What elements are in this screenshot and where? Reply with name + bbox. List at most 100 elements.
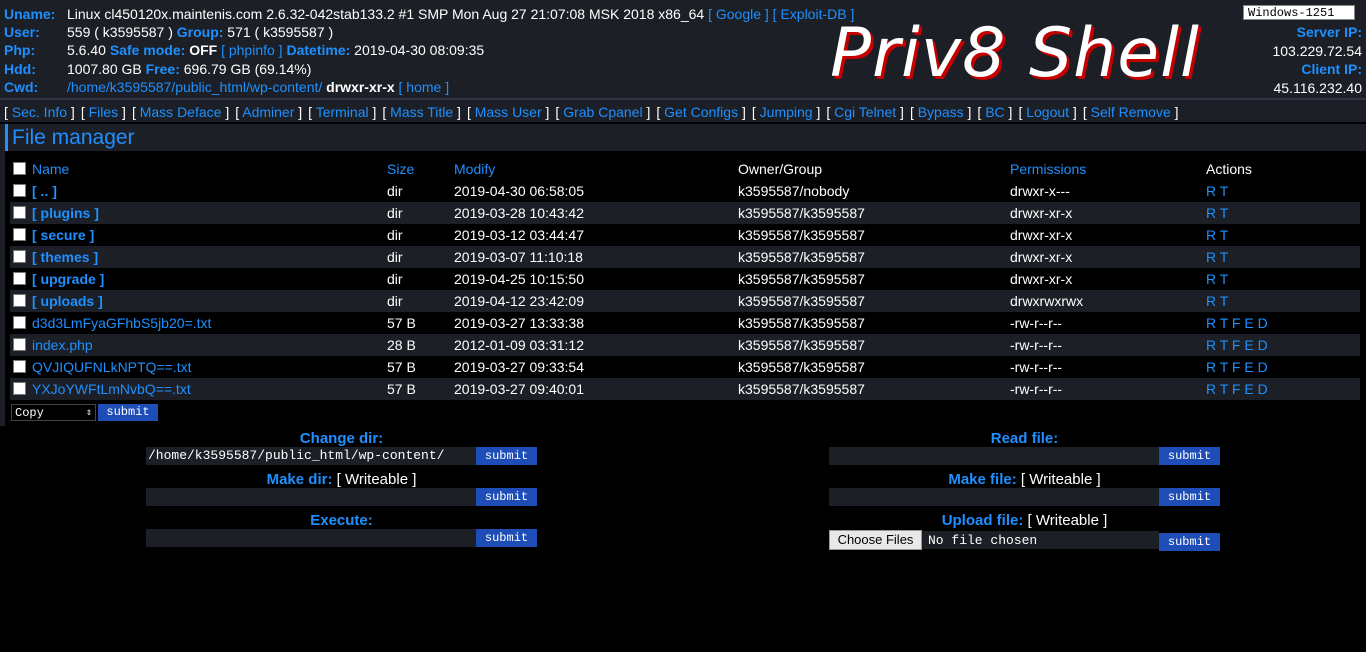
row-checkbox[interactable] <box>13 250 26 263</box>
menu-item-terminal[interactable]: [ Terminal ] <box>308 104 376 120</box>
col-size[interactable]: Size <box>387 158 454 180</box>
menu-bracket: ] <box>453 104 461 120</box>
menu-link[interactable]: Mass User <box>475 104 542 120</box>
menu-link[interactable]: Mass Deface <box>140 104 222 120</box>
directory-link[interactable]: [ secure ] <box>32 227 94 243</box>
file-actions[interactable]: R T F E D <box>1206 378 1360 400</box>
file-actions[interactable]: R T F E D <box>1206 356 1360 378</box>
directory-link[interactable]: [ uploads ] <box>32 293 103 309</box>
col-name[interactable]: Name <box>32 161 69 177</box>
read-file-input[interactable] <box>829 447 1159 465</box>
file-name-cell: [ plugins ] <box>10 202 387 224</box>
make-file-input[interactable] <box>829 488 1159 506</box>
ip-info: Server IP: 103.229.72.54 Client IP: 45.1… <box>1272 23 1362 97</box>
select-all-checkbox[interactable] <box>13 162 26 175</box>
menu-link[interactable]: BC <box>985 104 1004 120</box>
file-permissions[interactable]: drwxr-xr-x <box>1010 202 1206 224</box>
menu-link[interactable]: Get Configs <box>664 104 738 120</box>
file-permissions[interactable]: -rw-r--r-- <box>1010 334 1206 356</box>
row-checkbox[interactable] <box>13 206 26 219</box>
menu-item-bypass[interactable]: [ Bypass ] <box>910 104 971 120</box>
menu-link[interactable]: Jumping <box>760 104 813 120</box>
file-actions[interactable]: R T <box>1206 290 1360 312</box>
menu-link[interactable]: Files <box>89 104 119 120</box>
row-checkbox[interactable] <box>13 316 26 329</box>
file-modified: 2019-03-28 10:43:42 <box>454 205 584 221</box>
menu-link[interactable]: Grab Cpanel <box>563 104 642 120</box>
menu-item-logout[interactable]: [ Logout ] <box>1018 104 1076 120</box>
file-actions[interactable]: R T F E D <box>1206 312 1360 334</box>
file-name-cell: index.php <box>10 334 387 356</box>
phpinfo-link[interactable]: [ phpinfo ] <box>221 42 283 58</box>
row-checkbox[interactable] <box>13 272 26 285</box>
file-actions[interactable]: R T F E D <box>1206 334 1360 356</box>
directory-link[interactable]: [ .. ] <box>32 183 57 199</box>
make-dir-submit[interactable]: submit <box>476 488 537 506</box>
menu-link[interactable]: Terminal <box>316 104 369 120</box>
menu-item-files[interactable]: [ Files ] <box>81 104 126 120</box>
make-file-submit[interactable]: submit <box>1159 488 1220 506</box>
file-actions[interactable]: R T <box>1206 268 1360 290</box>
file-actions[interactable]: R T <box>1206 246 1360 268</box>
row-checkbox[interactable] <box>13 228 26 241</box>
menu-item-jumping[interactable]: [ Jumping ] <box>752 104 820 120</box>
menu-item-bc[interactable]: [ BC ] <box>977 104 1012 120</box>
directory-link[interactable]: [ plugins ] <box>32 205 99 221</box>
home-link[interactable]: [ home ] <box>399 79 450 95</box>
row-checkbox[interactable] <box>13 360 26 373</box>
google-link[interactable]: [ Google ] <box>708 6 769 22</box>
charset-select[interactable]: Windows-1251 <box>1243 5 1355 20</box>
change-dir-input[interactable]: /home/k3595587/public_html/wp-content/ <box>146 447 476 465</box>
menu-item-sec-info[interactable]: [ Sec. Info ] <box>4 104 75 120</box>
menu-item-grab-cpanel[interactable]: [ Grab Cpanel ] <box>555 104 650 120</box>
menu-item-cgi-telnet[interactable]: [ Cgi Telnet ] <box>826 104 904 120</box>
menu-link[interactable]: Self Remove <box>1091 104 1171 120</box>
menu-item-self-remove[interactable]: [ Self Remove ] <box>1083 104 1179 120</box>
file-actions[interactable]: R T <box>1206 202 1360 224</box>
menu-link[interactable]: Cgi Telnet <box>834 104 896 120</box>
bulk-action-select[interactable]: Copy ⇕ <box>11 404 96 421</box>
choose-files-button[interactable]: Choose Files <box>829 530 922 550</box>
file-permissions[interactable]: drwxr-x--- <box>1010 180 1206 202</box>
menu-link[interactable]: Sec. Info <box>12 104 67 120</box>
col-permissions[interactable]: Permissions <box>1010 158 1206 180</box>
menu-link[interactable]: Adminer <box>242 104 294 120</box>
menu-item-mass-deface[interactable]: [ Mass Deface ] <box>132 104 229 120</box>
execute-submit[interactable]: submit <box>476 529 537 547</box>
row-checkbox[interactable] <box>13 184 26 197</box>
file-link[interactable]: d3d3LmFyaGFhbS5jb20=.txt <box>32 315 211 331</box>
file-permissions[interactable]: drwxr-xr-x <box>1010 224 1206 246</box>
read-file-submit[interactable]: submit <box>1159 447 1220 465</box>
file-link[interactable]: index.php <box>32 337 93 353</box>
menu-item-get-configs[interactable]: [ Get Configs ] <box>656 104 746 120</box>
row-checkbox[interactable] <box>13 382 26 395</box>
change-dir-submit[interactable]: submit <box>476 447 537 465</box>
bulk-submit-button[interactable]: submit <box>98 404 158 421</box>
directory-link[interactable]: [ upgrade ] <box>32 271 104 287</box>
row-checkbox[interactable] <box>13 294 26 307</box>
file-actions[interactable]: R T <box>1206 180 1360 202</box>
menu-item-mass-title[interactable]: [ Mass Title ] <box>382 104 461 120</box>
cwd-path-link[interactable]: /home/k3595587/public_html/wp-content/ <box>67 79 322 95</box>
execute-input[interactable] <box>146 529 476 547</box>
menu-link[interactable]: Bypass <box>918 104 964 120</box>
upload-file-submit[interactable]: submit <box>1159 533 1220 551</box>
file-link[interactable]: QVJIQUFNLkNPTQ==.txt <box>32 359 191 375</box>
file-actions[interactable]: R T <box>1206 224 1360 246</box>
menu-link[interactable]: Mass Title <box>390 104 453 120</box>
directory-link[interactable]: [ themes ] <box>32 249 98 265</box>
file-permissions[interactable]: drwxrwxrwx <box>1010 290 1206 312</box>
make-dir-input[interactable] <box>146 488 476 506</box>
col-modify[interactable]: Modify <box>454 158 738 180</box>
file-link[interactable]: YXJoYWFtLmNvbQ==.txt <box>32 381 191 397</box>
file-permissions[interactable]: -rw-r--r-- <box>1010 356 1206 378</box>
menu-link[interactable]: Logout <box>1026 104 1069 120</box>
file-permissions[interactable]: -rw-r--r-- <box>1010 378 1206 400</box>
menu-item-mass-user[interactable]: [ Mass User ] <box>467 104 549 120</box>
menu-item-adminer[interactable]: [ Adminer ] <box>235 104 302 120</box>
file-permissions[interactable]: drwxr-xr-x <box>1010 268 1206 290</box>
file-permissions[interactable]: -rw-r--r-- <box>1010 312 1206 334</box>
file-name-cell: [ themes ] <box>10 246 387 268</box>
row-checkbox[interactable] <box>13 338 26 351</box>
file-permissions[interactable]: drwxr-xr-x <box>1010 246 1206 268</box>
